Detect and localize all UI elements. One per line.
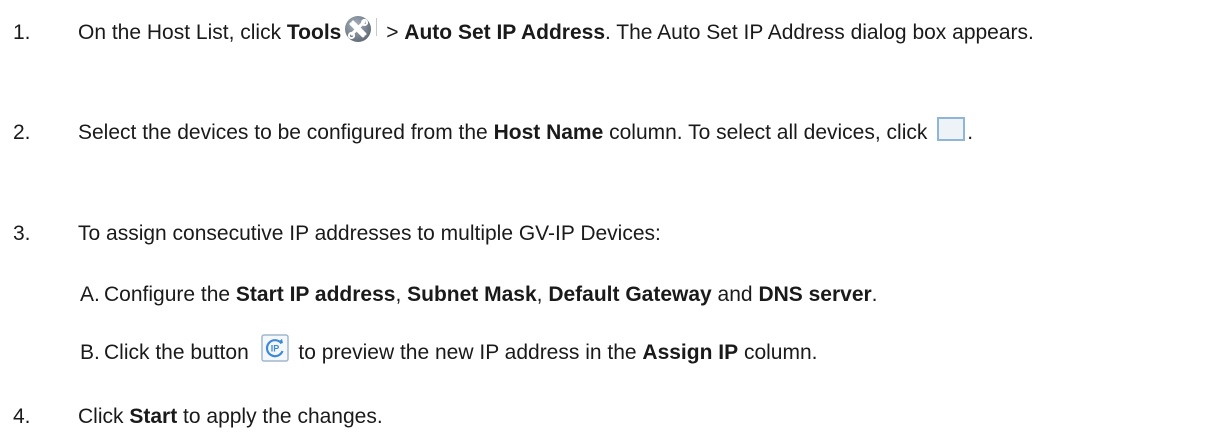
- step-number: 4.: [13, 405, 31, 428]
- step-text: Select the devices to be configured from…: [78, 113, 1217, 153]
- host-name-label: Host Name: [493, 121, 604, 144]
- auto-set-ip-label: Auto Set IP Address: [404, 21, 606, 44]
- step-number: 3.: [13, 222, 31, 245]
- step-text: On the Host List, click Tools > Auto Set…: [78, 13, 1217, 53]
- step-text: Click Start to apply the changes.: [78, 405, 383, 428]
- start-label: Start: [129, 405, 178, 428]
- tools-icon: [343, 14, 378, 44]
- step-number: 2.: [13, 121, 31, 144]
- step-text: To assign consecutive IP addresses to mu…: [78, 222, 661, 245]
- substep-letter: A.: [80, 283, 100, 306]
- substep-letter: B.: [80, 341, 100, 364]
- tools-label: Tools: [286, 21, 342, 44]
- svg-text:IP: IP: [270, 344, 279, 354]
- step-number: 1.: [13, 21, 31, 44]
- assign-ip-label: Assign IP: [642, 341, 739, 364]
- ip-refresh-icon: IP: [260, 334, 289, 363]
- substep-text: Configure the Start IP address, Subnet M…: [104, 283, 878, 306]
- checkbox-icon: [937, 117, 966, 142]
- substep-text: Click the button IP to preview the new I…: [104, 334, 1219, 366]
